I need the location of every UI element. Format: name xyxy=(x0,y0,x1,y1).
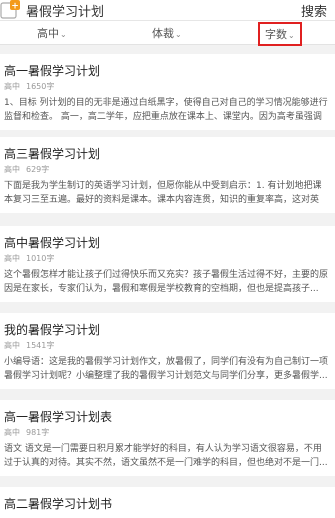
search-button[interactable]: 搜索 xyxy=(301,1,327,20)
result-meta: 高中 629字 xyxy=(4,164,55,175)
chevron-down-icon: ⌄ xyxy=(60,30,67,39)
result-title[interactable]: 高二暑假学习计划书 xyxy=(4,495,112,512)
filter-bar: 高中⌄ 体裁⌄ 字数⌄ xyxy=(0,21,335,46)
result-grade: 高中 xyxy=(4,428,20,437)
filter-grade[interactable]: 高中⌄ xyxy=(37,25,67,41)
result-title[interactable]: 我的暑假学习计划 xyxy=(4,321,100,338)
result-title[interactable]: 高一暑假学习计划表 xyxy=(4,408,112,425)
result-word-count: 1010字 xyxy=(26,254,55,263)
result-card[interactable]: 高三暑假学习计划 高中 629字 下面是我为学生制订的英语学习计划，但愿你能从中受… xyxy=(0,137,335,213)
result-card[interactable]: 高一暑假学习计划表 高中 981字 语文 语文是一门需要日积月累才能学好的科目，有… xyxy=(0,400,335,476)
result-card[interactable]: 高一暑假学习计划 高中 1650字 1、目标 列计划的目的无非是通过白纸黑字，使得… xyxy=(0,54,335,130)
filter-word-count[interactable]: 字数⌄ xyxy=(258,22,302,46)
result-word-count: 1650字 xyxy=(26,82,55,91)
filter-word-count-label: 字数 xyxy=(265,28,287,41)
result-meta: 高中 1650字 xyxy=(4,81,60,92)
result-title[interactable]: 高一暑假学习计划 xyxy=(4,62,100,79)
result-meta: 高中 981字 xyxy=(4,427,55,438)
chevron-down-icon: ⌄ xyxy=(288,31,295,40)
search-input[interactable]: 暑假学习计划 xyxy=(26,1,104,20)
result-snippet: 1、目标 列计划的目的无非是通过白纸黑字，使得自己对自己的学习情况能够进行 监督和… xyxy=(4,98,328,122)
chevron-down-icon: ⌄ xyxy=(175,30,182,39)
result-snippet: 这个暑假怎样才能让孩子们过得快乐而又充实？孩子暑假生活过得不好，主要的原 因是在家… xyxy=(4,270,328,294)
result-grade: 高中 xyxy=(4,165,20,174)
result-meta: 高中 1541字 xyxy=(4,340,60,351)
result-word-count: 629字 xyxy=(26,165,50,174)
result-card[interactable]: 我的暑假学习计划 高中 1541字 小编导语：这是我的暑假学习计划作文，放暑假了，… xyxy=(0,313,335,389)
svg-text:+: + xyxy=(11,2,19,12)
result-word-count: 1541字 xyxy=(26,341,55,350)
app-logo-icon[interactable]: + xyxy=(0,0,22,20)
filter-genre[interactable]: 体裁⌄ xyxy=(152,25,182,41)
result-card[interactable]: 高二暑假学习计划书 xyxy=(0,487,335,518)
result-word-count: 981字 xyxy=(26,428,50,437)
result-card[interactable]: 高中暑假学习计划 高中 1010字 这个暑假怎样才能让孩子们过得快乐而又充实？孩子… xyxy=(0,226,335,302)
result-snippet: 小编导语：这是我的暑假学习计划作文，放暑假了，同学们有没有为自己制订一项 暑假学习… xyxy=(4,357,328,381)
result-meta: 高中 1010字 xyxy=(4,253,60,264)
result-snippet: 下面是我为学生制订的英语学习计划，但愿你能从中受到启示：1. 有计划地把课 本复习… xyxy=(4,181,322,205)
result-title[interactable]: 高三暑假学习计划 xyxy=(4,145,100,162)
filter-genre-label: 体裁 xyxy=(152,27,174,40)
search-bar: + 暑假学习计划 搜索 xyxy=(0,0,335,21)
result-grade: 高中 xyxy=(4,254,20,263)
result-title[interactable]: 高中暑假学习计划 xyxy=(4,234,100,251)
result-grade: 高中 xyxy=(4,341,20,350)
result-snippet: 语文 语文是一门需要日积月累才能学好的科目，有人认为学习语文很容易，不用 过于认真… xyxy=(4,444,328,468)
result-grade: 高中 xyxy=(4,82,20,91)
filter-grade-label: 高中 xyxy=(37,27,59,40)
